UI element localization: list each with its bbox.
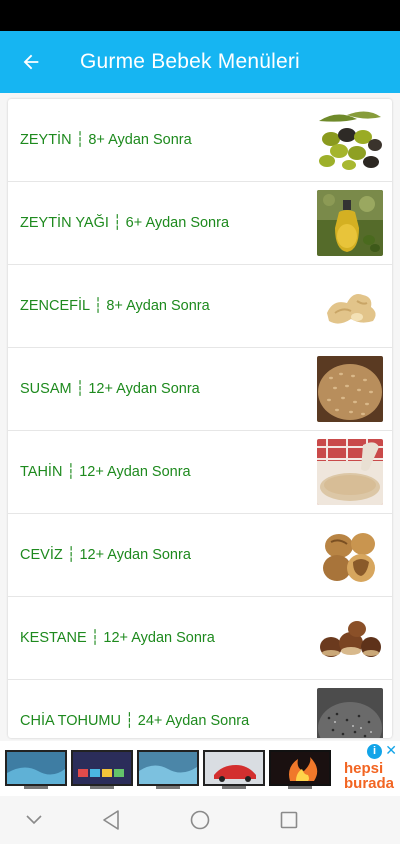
- list-item-label: ZEYTİN YAĞI ┆ 6+ Aydan Sonra: [20, 215, 230, 231]
- chestnut-image: [317, 605, 383, 671]
- ad-tile-tv-apps[interactable]: [70, 749, 134, 791]
- sesame-image: [317, 356, 383, 422]
- list-item-zeytin[interactable]: ZEYTİN ┆ 8+ Aydan Sonra: [8, 99, 392, 182]
- ad-banner[interactable]: hepsi burada i ✕: [0, 741, 400, 796]
- list-item-chia-tohumu[interactable]: CHİA TOHUMU ┆ 24+ Aydan Sonra: [8, 680, 392, 738]
- status-bar: [0, 0, 400, 31]
- list-item-zeytin-yagi[interactable]: ZEYTİN YAĞI ┆ 6+ Aydan Sonra: [8, 182, 392, 265]
- olives-image: [317, 107, 383, 173]
- list-item-label: KESTANE ┆ 12+ Aydan Sonra: [20, 630, 215, 646]
- list-item-susam[interactable]: SUSAM ┆ 12+ Aydan Sonra: [8, 348, 392, 431]
- list-item-label: TAHİN ┆ 12+ Aydan Sonra: [20, 464, 191, 480]
- info-icon[interactable]: i: [367, 744, 382, 759]
- home-circle-icon[interactable]: [180, 804, 220, 836]
- app-bar: Gurme Bebek Menüleri: [0, 31, 400, 93]
- back-button[interactable]: [0, 31, 62, 93]
- menu-list: ZEYTİN ┆ 8+ Aydan Sonra ZEYTİN YAĞI ┆ 6+…: [8, 99, 392, 738]
- chevron-down-icon[interactable]: [14, 804, 54, 836]
- list-item-label: ZENCEFİL ┆ 8+ Aydan Sonra: [20, 298, 210, 314]
- ad-tile-tv-fire[interactable]: [268, 749, 332, 791]
- walnut-image: [317, 522, 383, 588]
- list-item-label: CEVİZ ┆ 12+ Aydan Sonra: [20, 547, 191, 563]
- list-item-label: CHİA TOHUMU ┆ 24+ Aydan Sonra: [20, 713, 250, 729]
- back-triangle-icon[interactable]: [91, 804, 131, 836]
- list-item-kestane[interactable]: KESTANE ┆ 12+ Aydan Sonra: [8, 597, 392, 680]
- ad-brand-line2: burada: [344, 775, 395, 792]
- list-item-label: ZEYTİN ┆ 8+ Aydan Sonra: [20, 132, 192, 148]
- arrow-left-icon: [23, 54, 39, 70]
- list-item-tahin[interactable]: TAHİN ┆ 12+ Aydan Sonra: [8, 431, 392, 514]
- list-item-zencefil[interactable]: ZENCEFİL ┆ 8+ Aydan Sonra: [8, 265, 392, 348]
- system-nav-bar: [0, 796, 400, 844]
- list-item-ceviz[interactable]: CEVİZ ┆ 12+ Aydan Sonra: [8, 514, 392, 597]
- recents-square-icon[interactable]: [269, 804, 309, 836]
- ginger-image: [317, 273, 383, 339]
- chia-seeds-image: [317, 688, 383, 738]
- tahini-image: [317, 439, 383, 505]
- page-title: Gurme Bebek Menüleri: [80, 50, 300, 73]
- ad-tile-tv-ocean[interactable]: [136, 749, 200, 791]
- olive-oil-image: [317, 190, 383, 256]
- ad-tile-tv-ocean[interactable]: [4, 749, 68, 791]
- ad-tile-tv-car[interactable]: [202, 749, 266, 791]
- close-icon[interactable]: ✕: [385, 742, 397, 759]
- list-item-label: SUSAM ┆ 12+ Aydan Sonra: [20, 381, 200, 397]
